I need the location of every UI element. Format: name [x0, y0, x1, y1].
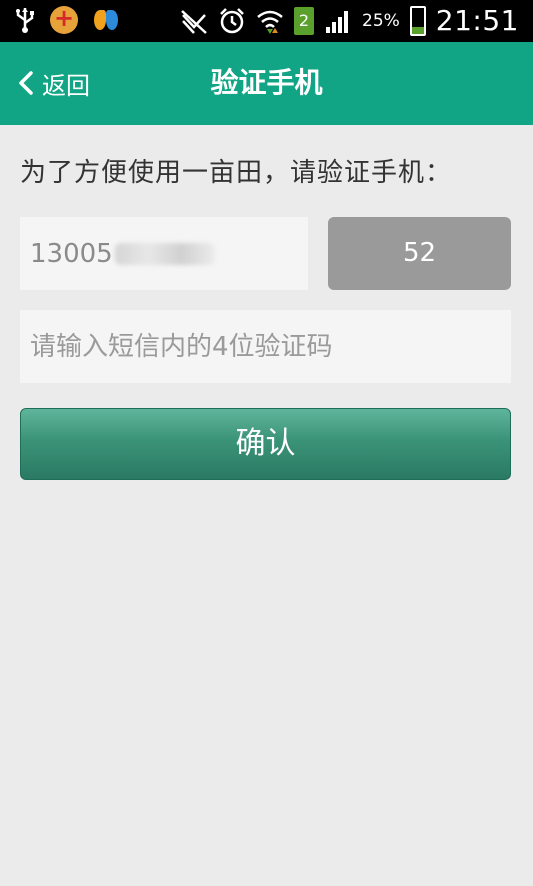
alarm-icon: [218, 7, 246, 35]
wifi-icon: [256, 7, 284, 35]
phone-number-mask: [114, 242, 215, 265]
sim-icon: 2: [294, 6, 314, 35]
battery-fill: [411, 27, 424, 34]
shield-app-icon: [50, 4, 78, 34]
resend-countdown-button[interactable]: 52: [328, 217, 511, 290]
status-bar-right: 2 25% 21:51: [180, 4, 519, 37]
app-header: 返回 验证手机: [0, 42, 533, 125]
usb-icon: [14, 6, 36, 34]
phone-number-value: 13005: [30, 238, 113, 269]
battery-percent: 25%: [362, 10, 400, 31]
clock: 21:51: [435, 4, 519, 37]
verify-prompt: 为了方便使用一亩田，请验证手机：: [20, 158, 453, 188]
butterfly-app-icon: [92, 6, 120, 34]
signal-muted-icon: [180, 7, 208, 35]
battery-icon: [409, 5, 426, 36]
page-title: 验证手机: [210, 66, 323, 99]
phone-number-field[interactable]: 13005: [20, 217, 308, 290]
verification-code-input[interactable]: [20, 310, 511, 383]
status-bar-left: [14, 4, 120, 34]
confirm-button[interactable]: 确认: [20, 408, 511, 480]
status-bar: 2 25% 21:51: [0, 0, 533, 42]
cell-signal-icon: [324, 7, 352, 35]
